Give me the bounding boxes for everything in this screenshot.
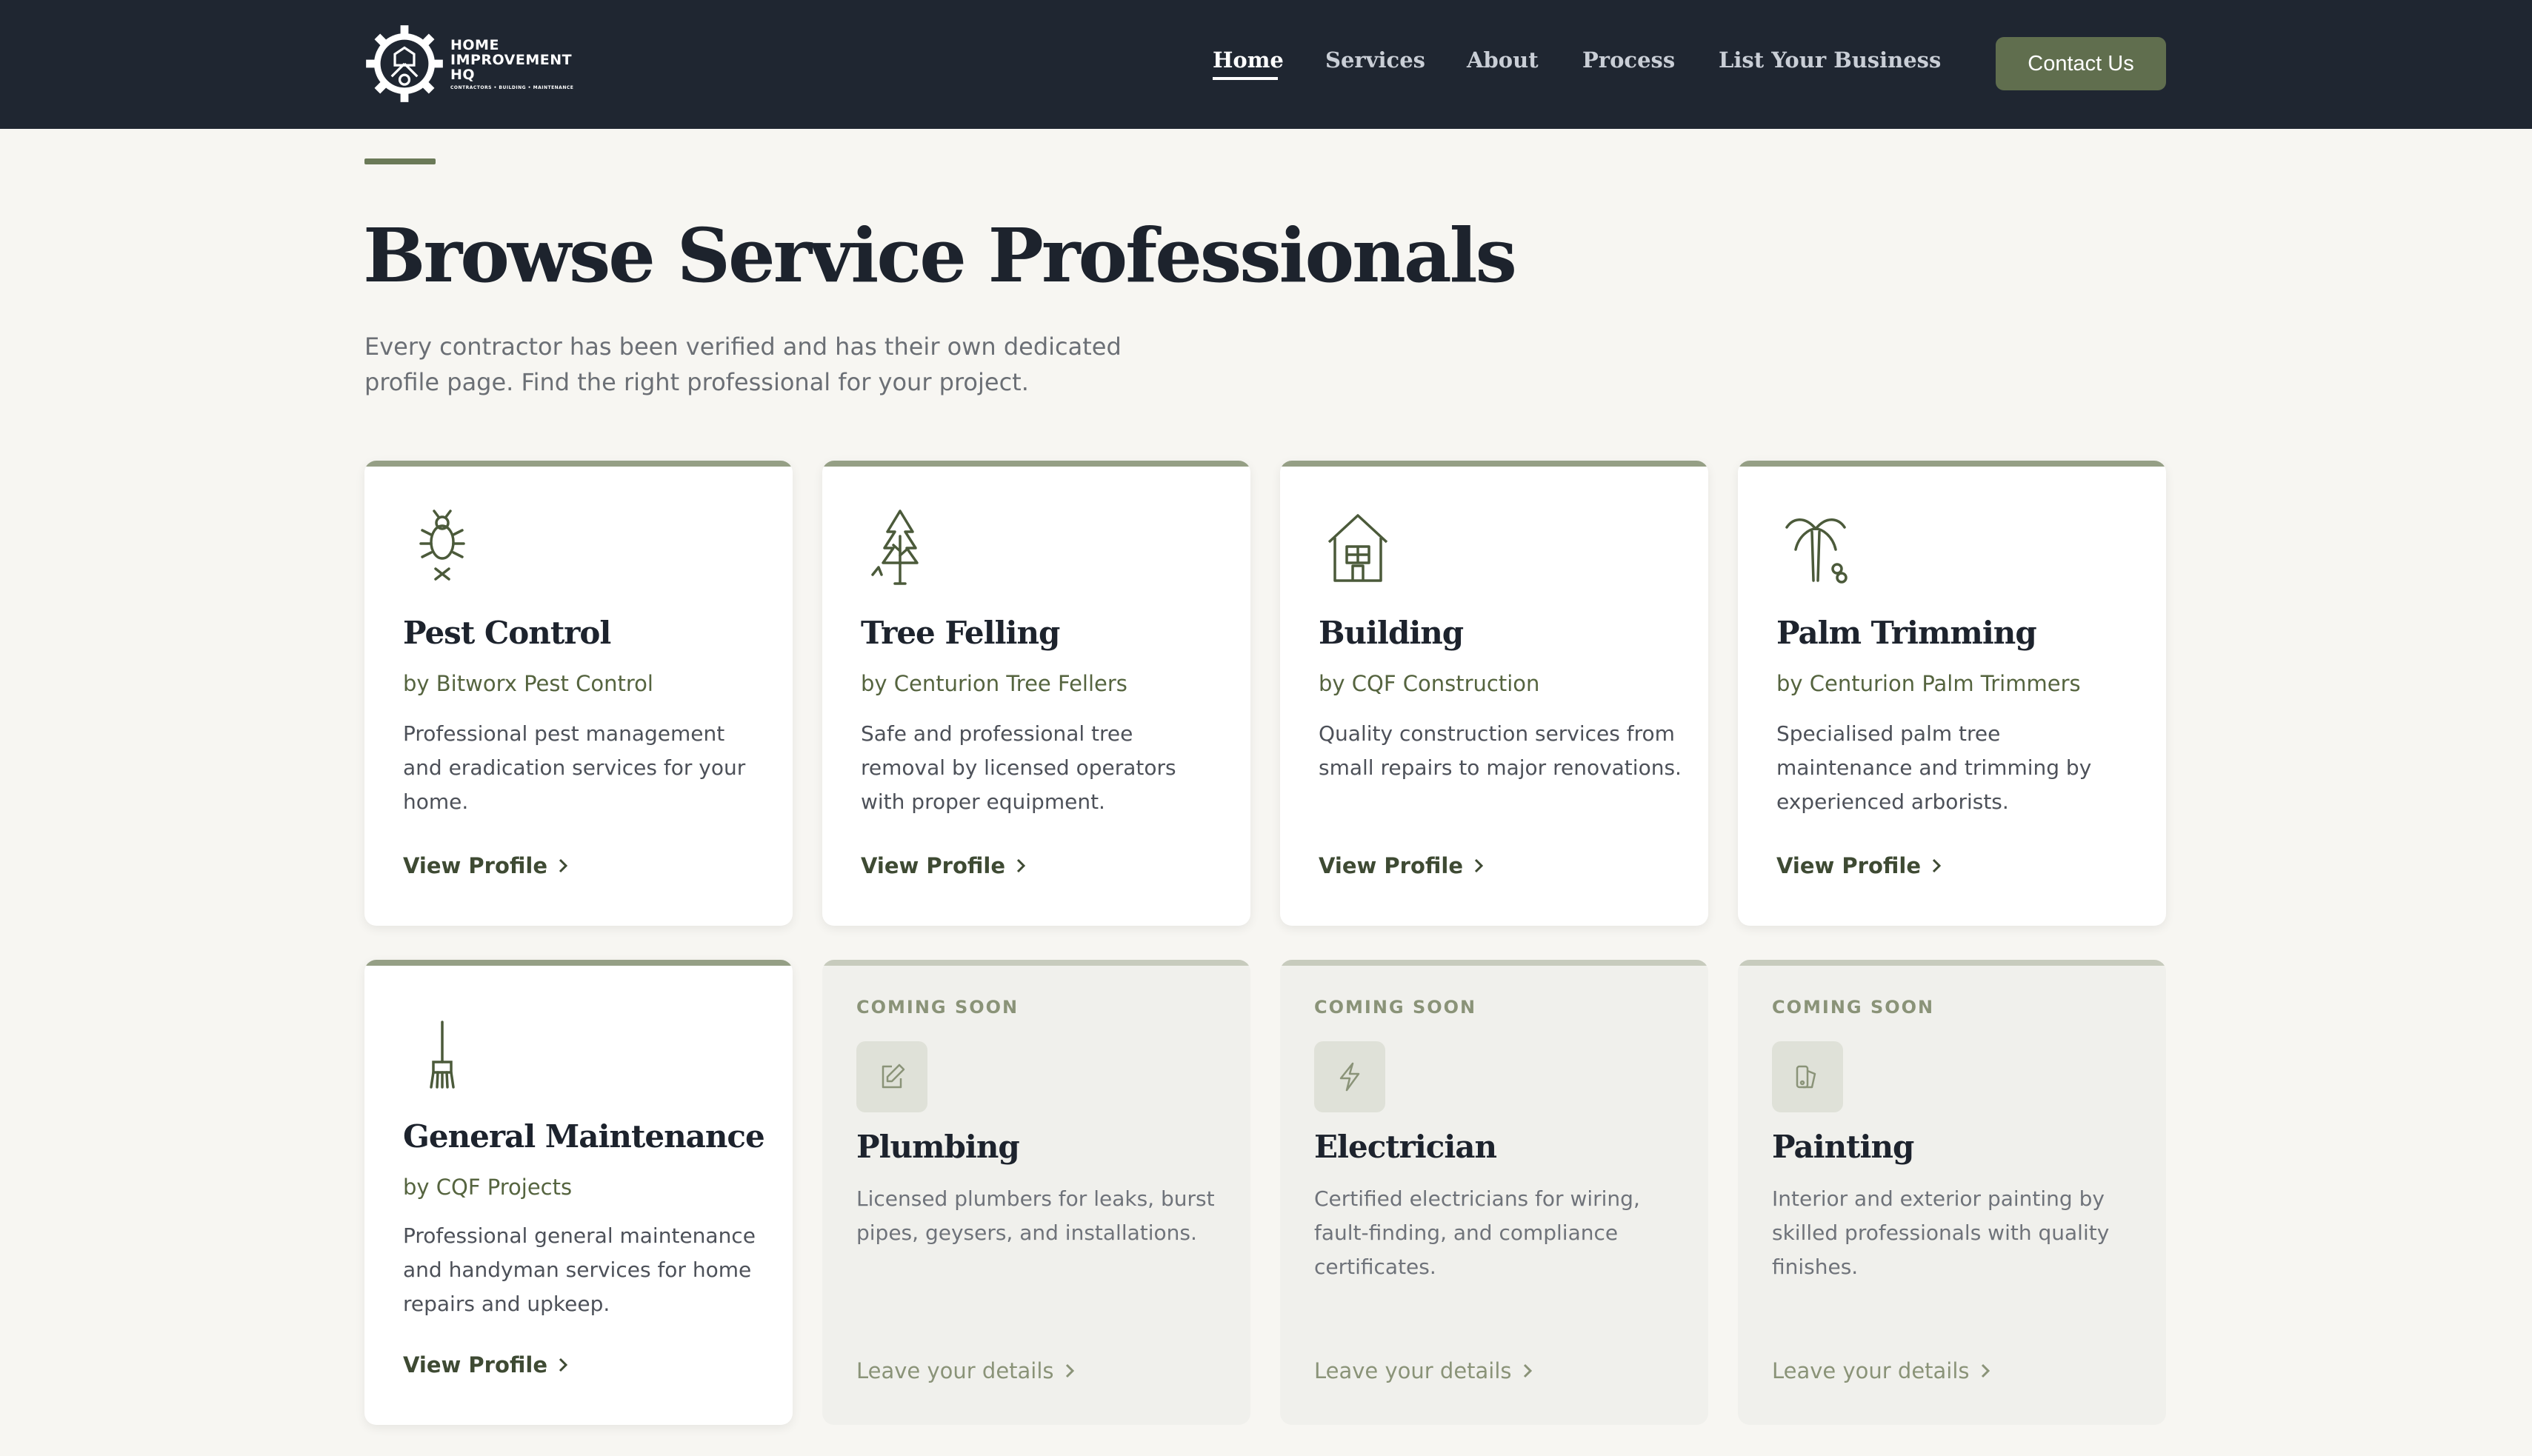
bug-icon bbox=[409, 507, 476, 588]
card-description: Professional pest management and eradica… bbox=[403, 721, 746, 814]
leave-details-label: Leave your details bbox=[1314, 1358, 1512, 1383]
card-title: Electrician bbox=[1314, 1129, 1497, 1165]
title-accent-line bbox=[364, 158, 436, 164]
palm-tree-icon bbox=[1782, 507, 1849, 588]
view-profile-label: View Profile bbox=[861, 853, 1006, 878]
service-card-building[interactable]: Building by CQF Construction Quality con… bbox=[1280, 461, 1708, 926]
logo-line-3: HQ bbox=[450, 66, 476, 83]
view-profile-label: View Profile bbox=[1319, 853, 1464, 878]
view-profile-link[interactable]: View Profile bbox=[403, 1352, 568, 1377]
leave-details-link[interactable]: Leave your details bbox=[1314, 1358, 1533, 1383]
card-provider: by Bitworx Pest Control bbox=[403, 671, 653, 696]
card-title: Pest Control bbox=[403, 615, 611, 651]
edit-icon bbox=[856, 1041, 927, 1112]
chevron-right-icon bbox=[559, 858, 568, 873]
nav-link-process[interactable]: Process bbox=[1582, 47, 1675, 73]
service-card-general-maintenance[interactable]: General Maintenance by CQF Projects Prof… bbox=[364, 960, 793, 1425]
card-description: Safe and professional tree removal by li… bbox=[861, 721, 1176, 814]
view-profile-label: View Profile bbox=[1776, 853, 1922, 878]
coming-soon-card-painting[interactable]: COMING SOON Painting Interior and exteri… bbox=[1738, 960, 2166, 1425]
chevron-right-icon bbox=[1523, 1363, 1532, 1378]
card-title: Plumbing bbox=[856, 1129, 1020, 1165]
coming-soon-badge: COMING SOON bbox=[1314, 997, 1477, 1018]
service-card-pest-control[interactable]: Pest Control by Bitworx Pest Control Pro… bbox=[364, 461, 793, 926]
lightning-icon bbox=[1314, 1041, 1385, 1112]
site-logo[interactable]: HOME IMPROVEMENT HQ CONTRACTORS • BUILDI… bbox=[364, 22, 587, 105]
nav-link-list-business[interactable]: List Your Business bbox=[1719, 47, 1941, 73]
chevron-right-icon bbox=[1932, 858, 1942, 873]
chevron-right-icon bbox=[1016, 858, 1026, 873]
service-card-tree-felling[interactable]: Tree Felling by Centurion Tree Fellers S… bbox=[822, 461, 1250, 926]
card-description: Specialised palm tree maintenance and tr… bbox=[1776, 721, 2092, 814]
logo-line-1: HOME bbox=[450, 36, 499, 53]
leave-details-link[interactable]: Leave your details bbox=[1772, 1358, 1990, 1383]
logo-wordmark: HOME IMPROVEMENT HQ CONTRACTORS • BUILDI… bbox=[450, 38, 573, 90]
card-provider: by CQF Construction bbox=[1319, 671, 1540, 696]
view-profile-label: View Profile bbox=[403, 1352, 548, 1377]
gear-logo-icon bbox=[366, 25, 443, 102]
card-title: Tree Felling bbox=[861, 615, 1060, 651]
card-title: Palm Trimming bbox=[1776, 615, 2037, 651]
chevron-right-icon bbox=[1474, 858, 1484, 873]
leave-details-label: Leave your details bbox=[1772, 1358, 1970, 1383]
leave-details-link[interactable]: Leave your details bbox=[856, 1358, 1075, 1383]
coming-soon-card-electrician[interactable]: COMING SOON Electrician Certified electr… bbox=[1280, 960, 1708, 1425]
tree-icon bbox=[867, 507, 933, 588]
card-description: Professional general maintenance and han… bbox=[403, 1223, 756, 1316]
nav-link-home[interactable]: Home bbox=[1213, 47, 1284, 73]
card-provider: by Centurion Palm Trimmers bbox=[1776, 671, 2081, 696]
paint-swatch-icon bbox=[1772, 1041, 1843, 1112]
logo-tagline: CONTRACTORS • BUILDING • MAINTENANCE bbox=[450, 84, 574, 90]
card-description: Interior and exterior painting by skille… bbox=[1772, 1186, 2110, 1279]
nav-link-services[interactable]: Services bbox=[1325, 47, 1425, 73]
card-description: Quality construction services from small… bbox=[1319, 721, 1682, 780]
view-profile-link[interactable]: View Profile bbox=[1319, 853, 1484, 878]
contact-us-button[interactable]: Contact Us bbox=[1996, 37, 2166, 90]
nav-link-about[interactable]: About bbox=[1467, 47, 1539, 73]
top-navbar: HOME IMPROVEMENT HQ CONTRACTORS • BUILDI… bbox=[0, 0, 2532, 129]
view-profile-link[interactable]: View Profile bbox=[861, 853, 1026, 878]
brush-icon bbox=[409, 1019, 476, 1101]
view-profile-link[interactable]: View Profile bbox=[403, 853, 568, 878]
leave-details-label: Leave your details bbox=[856, 1358, 1054, 1383]
page-subtitle: Every contractor has been verified and h… bbox=[364, 333, 1122, 396]
view-profile-link[interactable]: View Profile bbox=[1776, 853, 1942, 878]
page-title: Browse Service Professionals bbox=[363, 212, 1517, 299]
coming-soon-badge: COMING SOON bbox=[856, 997, 1019, 1018]
service-card-palm-trimming[interactable]: Palm Trimming by Centurion Palm Trimmers… bbox=[1738, 461, 2166, 926]
chevron-right-icon bbox=[559, 1358, 568, 1372]
card-provider: by Centurion Tree Fellers bbox=[861, 671, 1127, 696]
coming-soon-badge: COMING SOON bbox=[1772, 997, 1935, 1018]
view-profile-label: View Profile bbox=[403, 853, 548, 878]
house-icon bbox=[1325, 507, 1391, 588]
coming-soon-card-plumbing[interactable]: COMING SOON Plumbing Licensed plumbers f… bbox=[822, 960, 1250, 1425]
card-description: Licensed plumbers for leaks, burst pipes… bbox=[856, 1186, 1215, 1245]
logo-line-2: IMPROVEMENT bbox=[450, 51, 573, 68]
chevron-right-icon bbox=[1981, 1363, 1990, 1378]
card-title: Painting bbox=[1772, 1129, 1914, 1165]
card-provider: by CQF Projects bbox=[403, 1175, 573, 1200]
card-title: Building bbox=[1319, 615, 1464, 651]
nav-active-underline bbox=[1213, 77, 1278, 80]
card-title: General Maintenance bbox=[403, 1118, 765, 1155]
card-description: Certified electricians for wiring, fault… bbox=[1314, 1186, 1640, 1279]
chevron-right-icon bbox=[1065, 1363, 1074, 1378]
